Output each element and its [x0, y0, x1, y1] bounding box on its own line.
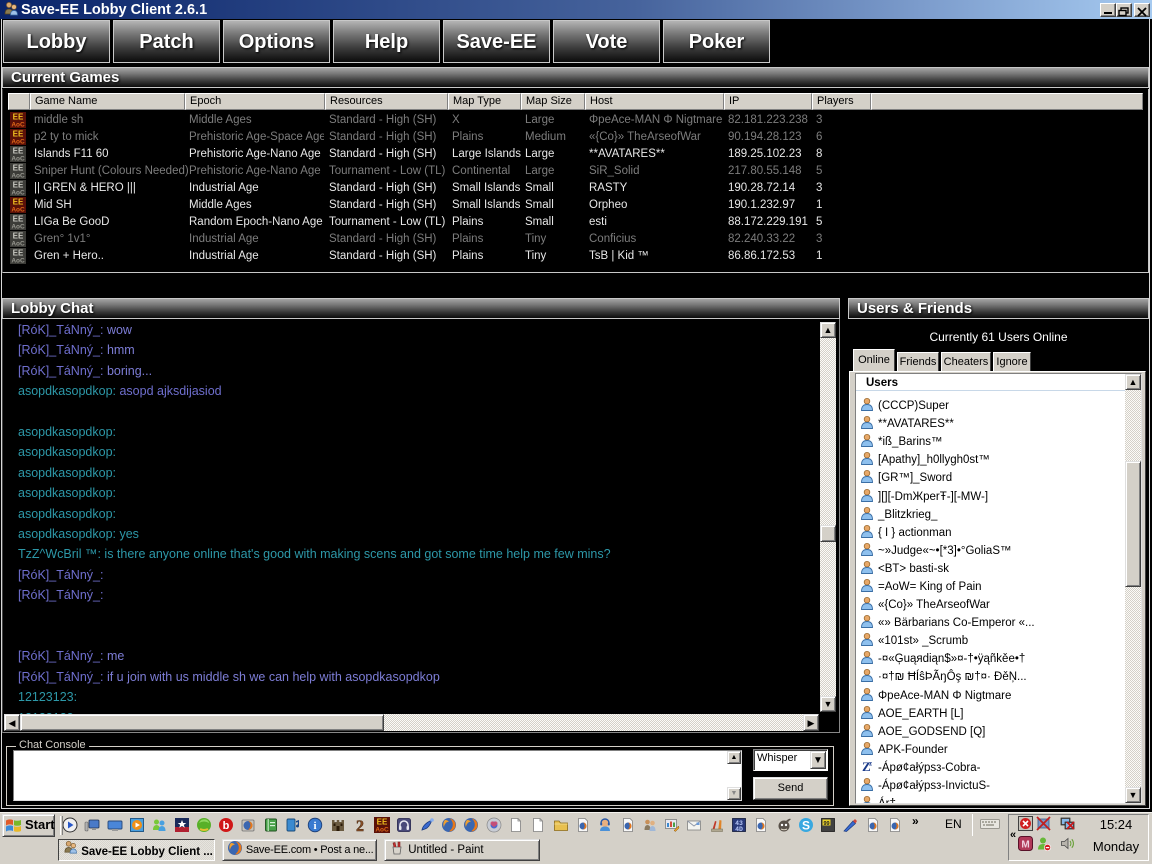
svg-text:AoC: AoC [375, 827, 389, 834]
svg-text:EE: EE [13, 113, 24, 122]
svg-text:i: i [313, 820, 316, 832]
svg-text:z: z [869, 760, 872, 768]
svg-text:99: 99 [823, 821, 829, 827]
svg-text:4D: 4D [735, 826, 743, 833]
svg-text:EE: EE [377, 818, 388, 827]
svg-text:S: S [802, 819, 810, 833]
svg-text:EE: EE [13, 215, 24, 224]
svg-text:AoC: AoC [11, 224, 25, 231]
svg-text:M: M [1021, 840, 1029, 851]
svg-text:EE: EE [13, 181, 24, 190]
svg-text:AoC: AoC [11, 139, 25, 146]
svg-text:EE: EE [13, 147, 24, 156]
svg-text:EE: EE [13, 232, 24, 241]
svg-text:AoC: AoC [11, 190, 25, 197]
svg-text:AoC: AoC [11, 241, 25, 248]
svg-text:b: b [223, 820, 230, 832]
svg-text:AoC: AoC [11, 156, 25, 163]
svg-text:EE: EE [13, 130, 24, 139]
svg-text:AoC: AoC [11, 258, 25, 265]
svg-text:EE: EE [13, 249, 24, 258]
svg-text:EE: EE [13, 198, 24, 207]
svg-text:2: 2 [356, 818, 364, 833]
svg-text:AoC: AoC [11, 122, 25, 129]
svg-text:EE: EE [13, 164, 24, 173]
svg-text:AoC: AoC [11, 207, 25, 214]
svg-text:AoC: AoC [11, 173, 25, 180]
